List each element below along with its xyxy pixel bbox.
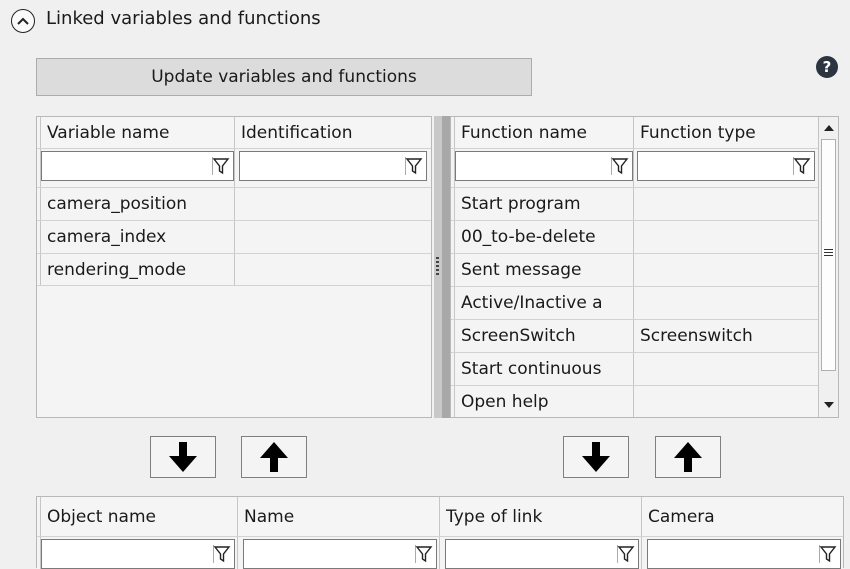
column-header-function-name[interactable]: Function name xyxy=(455,117,633,148)
chevron-up-icon xyxy=(17,17,29,25)
table-row[interactable]: Start continuous xyxy=(455,353,632,385)
links-grid: Object name Name Type of link Camera xyxy=(36,496,844,569)
table-row[interactable]: camera_position xyxy=(41,188,233,220)
filter-funnel-icon[interactable] xyxy=(793,156,811,176)
table-cell[interactable] xyxy=(235,221,427,253)
functions-scrollbar[interactable] xyxy=(818,117,838,417)
splitter-grip-icon xyxy=(436,257,439,275)
column-header-function-type[interactable]: Function type xyxy=(634,117,817,148)
arrow-up-icon xyxy=(674,442,702,472)
filter-funnel-icon[interactable] xyxy=(415,544,433,564)
grid-splitter[interactable] xyxy=(434,116,442,418)
table-cell[interactable] xyxy=(634,287,817,319)
scrollbar-thumb[interactable] xyxy=(821,139,836,371)
table-cell[interactable]: Screenswitch xyxy=(634,320,817,352)
table-cell[interactable] xyxy=(634,254,817,286)
table-cell[interactable] xyxy=(235,188,427,220)
column-header-camera[interactable]: Camera xyxy=(642,497,842,536)
column-header-identification[interactable]: Identification xyxy=(235,117,429,148)
filter-input-object-name[interactable] xyxy=(41,539,235,569)
move-up-button[interactable] xyxy=(241,436,307,478)
section-title: Linked variables and functions xyxy=(46,8,321,29)
filter-input-type-of-link[interactable] xyxy=(445,539,639,569)
table-row[interactable]: rendering_mode xyxy=(41,254,233,285)
filter-input-variable-name[interactable] xyxy=(41,151,234,181)
filter-input-function-name[interactable] xyxy=(455,151,633,181)
column-header-object-name[interactable]: Object name xyxy=(41,497,237,536)
collapse-section-button[interactable] xyxy=(11,9,35,33)
filter-funnel-icon[interactable] xyxy=(617,544,635,564)
table-row[interactable]: Open help xyxy=(455,386,632,417)
filter-funnel-icon[interactable] xyxy=(405,156,423,176)
table-row[interactable]: camera_index xyxy=(41,221,233,253)
filter-funnel-icon[interactable] xyxy=(819,544,837,564)
arrow-up-icon xyxy=(260,442,288,472)
functions-grid: Function name Function type Start progra… xyxy=(450,116,839,418)
table-row[interactable]: Sent message xyxy=(455,254,632,286)
filter-input-function-type[interactable] xyxy=(637,151,815,181)
help-icon[interactable]: ? xyxy=(816,56,838,78)
filter-funnel-icon[interactable] xyxy=(212,156,230,176)
column-header-variable-name[interactable]: Variable name xyxy=(41,117,234,148)
table-cell[interactable] xyxy=(634,386,817,417)
scroll-down-arrow-icon[interactable] xyxy=(819,395,839,415)
update-variables-button[interactable]: Update variables and functions xyxy=(36,58,532,96)
table-row[interactable]: Active/Inactive a xyxy=(455,287,632,319)
column-header-type-of-link[interactable]: Type of link xyxy=(440,497,641,536)
arrow-down-icon xyxy=(582,442,610,472)
arrow-down-icon xyxy=(169,442,197,472)
move-down-button[interactable] xyxy=(150,436,216,478)
filter-input-camera[interactable] xyxy=(647,539,841,569)
table-cell[interactable] xyxy=(634,188,817,220)
variables-grid: Variable name Identification camera_posi… xyxy=(36,116,432,418)
function-move-up-button[interactable] xyxy=(655,436,721,478)
table-row[interactable]: ScreenSwitch xyxy=(455,320,632,352)
filter-funnel-icon[interactable] xyxy=(213,544,231,564)
table-row[interactable]: 00_to-be-delete xyxy=(455,221,632,253)
table-row[interactable]: Start program xyxy=(455,188,632,220)
table-cell[interactable] xyxy=(634,353,817,385)
filter-input-name[interactable] xyxy=(243,539,437,569)
table-cell[interactable] xyxy=(235,254,427,285)
column-header-name[interactable]: Name xyxy=(238,497,439,536)
table-cell[interactable] xyxy=(634,221,817,253)
function-move-down-button[interactable] xyxy=(563,436,629,478)
scroll-up-arrow-icon[interactable] xyxy=(819,117,839,137)
filter-input-identification[interactable] xyxy=(239,151,427,181)
filter-funnel-icon[interactable] xyxy=(611,156,629,176)
